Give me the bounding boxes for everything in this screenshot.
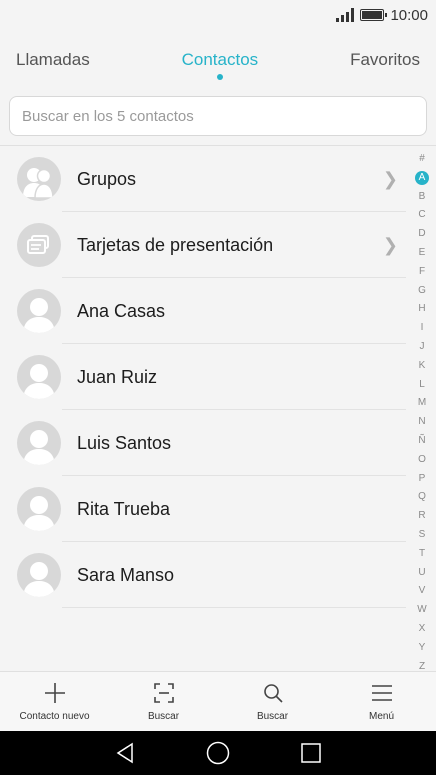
alphabet-index-letter[interactable]: A [415,170,429,185]
alphabet-index-letter[interactable]: S [414,526,430,545]
alphabet-index-letter[interactable]: C [414,206,430,225]
action-label: Contacto nuevo [19,711,90,722]
contact-avatar-icon [17,289,61,333]
alphabet-index-letter[interactable]: N [414,413,430,432]
search-button[interactable]: Buscar [225,681,321,722]
signal-icon [336,8,355,22]
alphabet-index-letter[interactable]: Q [414,488,430,507]
scan-icon [153,683,174,703]
alphabet-index-letter[interactable]: G [414,282,430,301]
new-contact-button[interactable]: Contacto nuevo [7,681,103,722]
action-label: Menú [368,711,394,722]
tab-label: Llamadas [16,50,90,69]
search-icon [263,684,283,703]
alphabet-index-letter[interactable]: X [414,620,430,639]
tab-bar: Llamadas Contactos Favoritos [0,40,436,84]
chevron-right-icon: ❯ [382,234,398,255]
menu-button[interactable]: Menú [334,681,430,722]
groups-icon [17,157,61,201]
alphabet-index-letter[interactable]: M [414,394,430,413]
contact-avatar-icon [17,487,61,531]
alphabet-index-letter[interactable]: B [414,188,430,207]
contact-name: Juan Ruiz [77,366,158,387]
business-cards-icon [17,223,61,267]
system-nav-bar [0,731,436,775]
alphabet-index-letter[interactable]: T [414,545,430,564]
alphabet-index-letter[interactable]: J [414,338,430,357]
alphabet-index-letter[interactable]: P [414,470,430,489]
alphabet-index-letter[interactable]: O [414,451,430,470]
contact-row[interactable]: Ana Casas [0,278,406,344]
contact-row[interactable]: Sara Manso [0,542,406,608]
active-tab-indicator [216,74,223,80]
alphabet-index-letter[interactable]: R [414,507,430,526]
search-box[interactable] [9,96,427,136]
tab-favoritos[interactable]: Favoritos [350,40,420,70]
alphabet-index-letter[interactable]: Y [414,639,430,658]
alphabet-index-letter[interactable]: Ñ [414,432,430,451]
alphabet-index-letter[interactable]: V [414,582,430,601]
list-item-label: Grupos [77,168,137,189]
tab-contactos[interactable]: Contactos [181,40,259,80]
alphabet-index-letter[interactable]: I [414,319,430,338]
tab-llamadas[interactable]: Llamadas [16,40,90,70]
list-item-business-cards[interactable]: Tarjetas de presentación ❯ [0,212,406,278]
bottom-action-bar: Contacto nuevo Buscar Buscar Menú [0,671,436,731]
contact-name: Ana Casas [77,300,166,321]
alphabet-index-letter[interactable]: L [414,376,430,395]
action-label: Buscar [256,711,289,722]
alphabet-index-letter[interactable]: H [414,300,430,319]
plus-icon [44,683,65,703]
alphabet-index-letter[interactable]: E [414,244,430,263]
contact-name: Rita Trueba [77,498,171,519]
list-item-label: Tarjetas de presentación [77,234,274,255]
search-input[interactable] [22,97,426,135]
alphabet-index-letter[interactable]: U [414,564,430,583]
contact-row[interactable]: Luis Santos [0,410,406,476]
scan-button[interactable]: Buscar [116,681,212,722]
tab-label: Contactos [181,50,259,69]
chevron-right-icon: ❯ [382,168,398,189]
contact-avatar-icon [17,553,61,597]
list-item-groups[interactable]: Grupos ❯ [0,146,406,212]
contact-row[interactable]: Juan Ruiz [0,344,406,410]
alphabet-index-letter[interactable]: # [414,150,430,169]
status-bar: 10:00 [0,0,436,30]
contact-list: Grupos ❯ Tarjetas de presentación ❯ Ana … [0,146,406,608]
alphabet-index-letter[interactable]: D [414,225,430,244]
action-label: Buscar [147,711,180,722]
contact-row[interactable]: Rita Trueba [0,476,406,542]
alphabet-index-letter[interactable]: K [414,357,430,376]
menu-icon [371,685,392,701]
alphabet-index[interactable]: # A B C D E F G H I J K L M N Ñ O P Q R S T U V W X Y Z [414,150,430,676]
contact-avatar-icon [17,355,61,399]
contact-avatar-icon [17,421,61,465]
back-icon[interactable] [114,742,136,764]
contact-name: Luis Santos [77,432,172,453]
alphabet-index-letter[interactable]: W [414,601,430,620]
alphabet-index-letter[interactable]: F [414,263,430,282]
home-icon[interactable] [206,741,230,765]
tab-label: Favoritos [350,50,420,69]
contact-name: Sara Manso [77,564,175,585]
battery-icon [360,9,388,21]
status-time: 10:00 [390,6,428,24]
recents-icon[interactable] [300,742,322,764]
